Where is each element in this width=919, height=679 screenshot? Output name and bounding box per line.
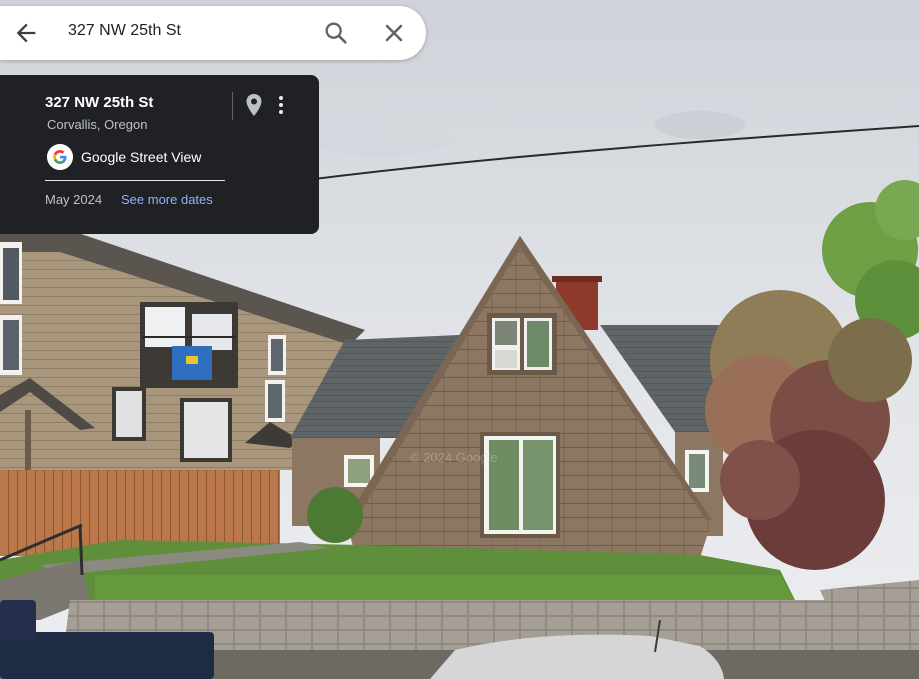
back-arrow-icon[interactable]: [12, 19, 40, 47]
close-icon[interactable]: [380, 19, 408, 47]
divider: [232, 92, 233, 120]
more-vert-icon[interactable]: [272, 92, 290, 118]
location-pin-icon[interactable]: [242, 92, 266, 118]
search-icon[interactable]: [322, 19, 350, 47]
search-bar: [0, 6, 426, 60]
place-info-card: 327 NW 25th St Corvallis, Oregon Google …: [0, 75, 319, 234]
provider-label: Google Street View: [81, 149, 202, 165]
watermark: © 2024 Google: [410, 450, 498, 465]
divider: [45, 180, 225, 181]
place-title: 327 NW 25th St: [45, 94, 154, 111]
search-input[interactable]: [68, 22, 308, 40]
see-more-dates-link[interactable]: See more dates: [121, 192, 213, 207]
capture-date: May 2024: [45, 192, 103, 207]
google-logo-icon: [47, 144, 73, 170]
place-subtitle: Corvallis, Oregon: [47, 117, 148, 132]
